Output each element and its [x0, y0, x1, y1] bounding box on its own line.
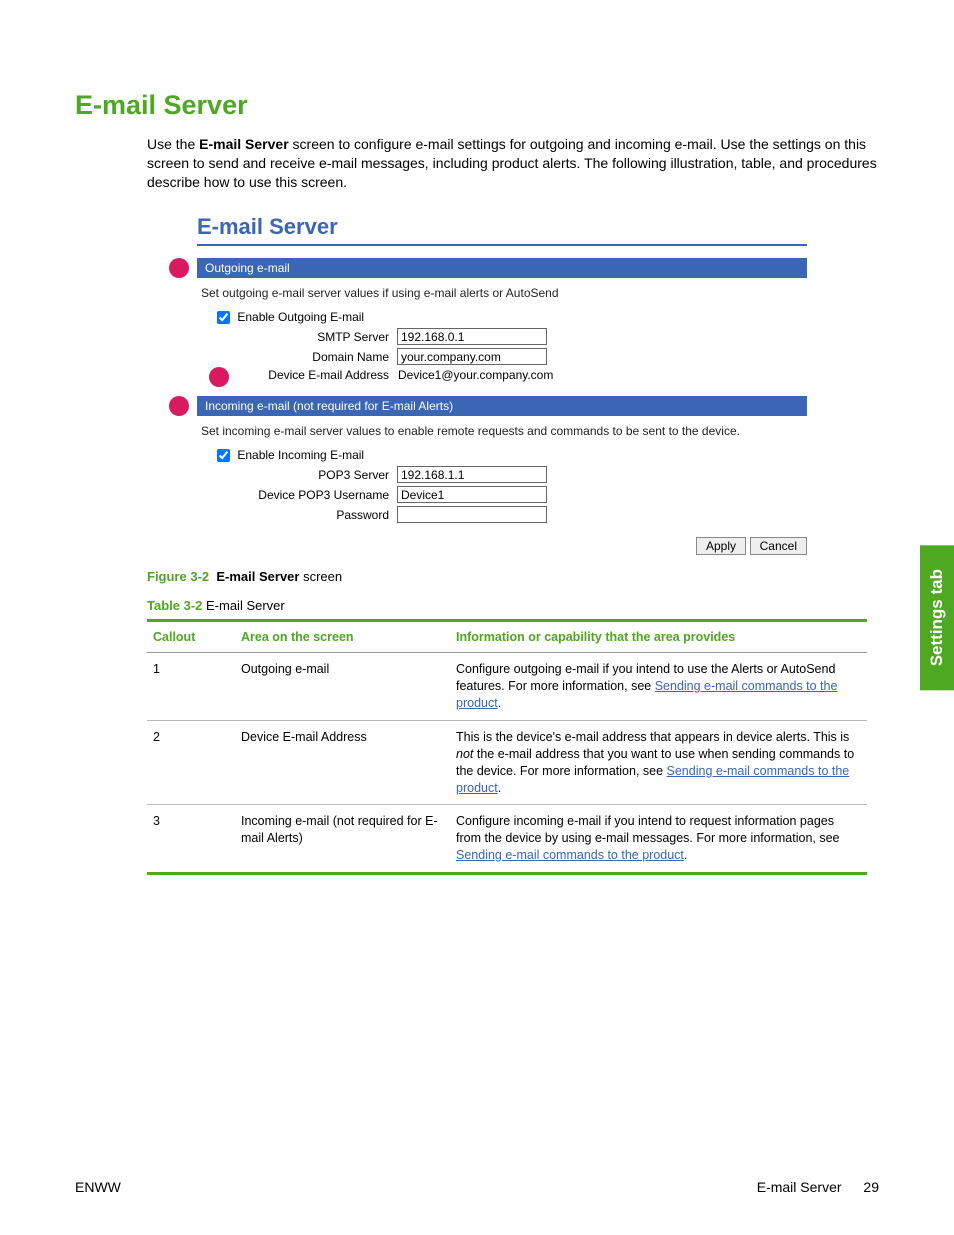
footer-section: E-mail Server — [757, 1179, 842, 1195]
domain-label: Domain Name — [217, 350, 397, 364]
device-address-label: Device E-mail Address — [217, 368, 397, 382]
outgoing-description: Set outgoing e-mail server values if usi… — [201, 286, 807, 300]
pop3-input[interactable] — [397, 466, 547, 483]
table-title: E-mail Server — [202, 598, 284, 613]
cell-callout: 3 — [147, 805, 235, 874]
callout-1-icon — [169, 258, 189, 278]
cell-info: Configure outgoing e-mail if you intend … — [450, 653, 867, 721]
table-number: Table 3-2 — [147, 598, 202, 613]
outgoing-form: Enable Outgoing E-mail SMTP Server Domai… — [217, 310, 807, 382]
info-italic: not — [456, 747, 473, 761]
callout-2-icon — [209, 367, 229, 387]
info-link[interactable]: Sending e-mail commands to the product — [456, 848, 684, 862]
figure-title-bold: E-mail Server — [216, 569, 299, 584]
enable-outgoing-label: Enable Outgoing E-mail — [237, 310, 364, 324]
enable-outgoing-checkbox[interactable] — [217, 311, 230, 324]
info-post: . — [498, 781, 501, 795]
figure-caption: Figure 3-2 E-mail Server screen — [147, 569, 879, 584]
incoming-form: Enable Incoming E-mail POP3 Server Devic… — [217, 448, 807, 523]
button-row: Apply Cancel — [197, 537, 807, 555]
outgoing-bar-label: Outgoing e-mail — [205, 261, 290, 275]
domain-input[interactable] — [397, 348, 547, 365]
cancel-button[interactable]: Cancel — [750, 537, 807, 555]
figure-number: Figure 3-2 — [147, 569, 209, 584]
smtp-label: SMTP Server — [217, 330, 397, 344]
pop3-user-input[interactable] — [397, 486, 547, 503]
apply-button[interactable]: Apply — [696, 537, 746, 555]
figure-title-rest: screen — [299, 569, 342, 584]
table-row: 3 Incoming e-mail (not required for E-ma… — [147, 805, 867, 874]
cell-info: Configure incoming e-mail if you intend … — [450, 805, 867, 874]
intro-paragraph: Use the E-mail Server screen to configur… — [147, 135, 879, 192]
smtp-input[interactable] — [397, 328, 547, 345]
pop3-user-label: Device POP3 Username — [217, 488, 397, 502]
intro-pre: Use the — [147, 136, 199, 152]
email-server-screenshot: E-mail Server Outgoing e-mail Set outgoi… — [197, 214, 807, 556]
cell-callout: 1 — [147, 653, 235, 721]
incoming-description: Set incoming e-mail server values to ena… — [201, 424, 807, 438]
info-post: . — [684, 848, 687, 862]
page-footer: ENWW E-mail Server 29 — [75, 1179, 879, 1195]
footer-left: ENWW — [75, 1179, 121, 1195]
th-info: Information or capability that the area … — [450, 621, 867, 653]
password-input[interactable] — [397, 506, 547, 523]
info-text: Configure incoming e-mail if you intend … — [456, 814, 840, 845]
incoming-bar-label: Incoming e-mail (not required for E-mail… — [205, 399, 453, 413]
cell-info: This is the device's e-mail address that… — [450, 720, 867, 805]
info-text: This is the device's e-mail address that… — [456, 730, 849, 744]
settings-tab-marker: Settings tab — [920, 545, 954, 690]
info-post: . — [498, 696, 501, 710]
screenshot-title: E-mail Server — [197, 214, 807, 246]
device-address-value: Device1@your.company.com — [397, 368, 553, 382]
cell-area: Device E-mail Address — [235, 720, 450, 805]
table-row: 1 Outgoing e-mail Configure outgoing e-m… — [147, 653, 867, 721]
table-row: 2 Device E-mail Address This is the devi… — [147, 720, 867, 805]
cell-area: Outgoing e-mail — [235, 653, 450, 721]
intro-bold: E-mail Server — [199, 136, 289, 152]
callout-3-icon — [169, 396, 189, 416]
th-area: Area on the screen — [235, 621, 450, 653]
pop3-label: POP3 Server — [217, 468, 397, 482]
callout-table: Callout Area on the screen Information o… — [147, 619, 867, 875]
incoming-section-bar: Incoming e-mail (not required for E-mail… — [197, 396, 807, 416]
page-heading: E-mail Server — [75, 90, 879, 121]
cell-area: Incoming e-mail (not required for E-mail… — [235, 805, 450, 874]
cell-callout: 2 — [147, 720, 235, 805]
th-callout: Callout — [147, 621, 235, 653]
footer-page-number: 29 — [863, 1179, 879, 1195]
table-caption: Table 3-2 E-mail Server — [147, 598, 879, 613]
enable-incoming-label: Enable Incoming E-mail — [237, 448, 364, 462]
outgoing-section-bar: Outgoing e-mail — [197, 258, 807, 278]
password-label: Password — [217, 508, 397, 522]
enable-incoming-checkbox[interactable] — [217, 449, 230, 462]
